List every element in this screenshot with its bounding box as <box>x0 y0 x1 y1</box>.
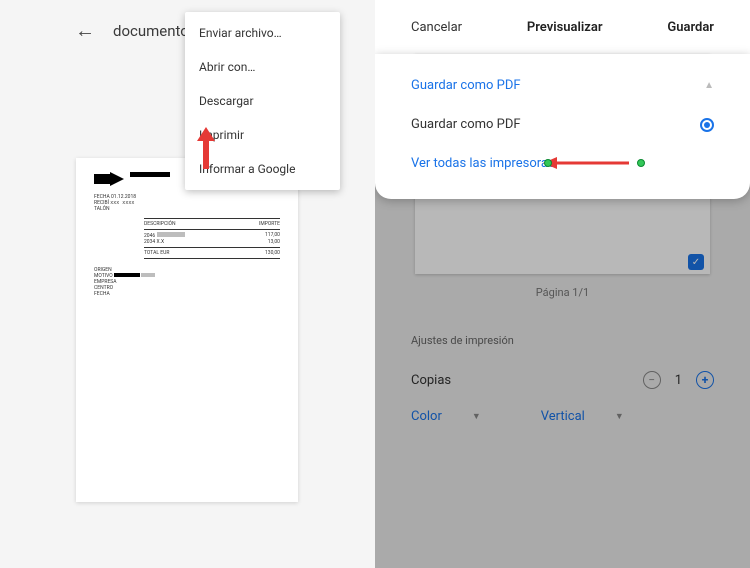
print-header: Cancelar Previsualizar Guardar <box>375 0 750 54</box>
doc-desc-header: DESCRIPCIÓN <box>144 221 176 227</box>
back-arrow-icon[interactable]: ← <box>75 18 95 43</box>
doc-fecha2-label: FECHA <box>94 291 280 297</box>
menu-open-with[interactable]: Abrir con… <box>185 50 340 84</box>
doc-total-value: 130,00 <box>265 250 280 256</box>
menu-send-file[interactable]: Enviar archivo… <box>185 16 340 50</box>
doc-row2-code: 2034 <box>144 239 155 245</box>
left-header: ← documento <box>75 18 189 43</box>
save-pdf-link-label: Guardar como PDF <box>411 78 521 93</box>
radio-selected-icon <box>700 118 714 132</box>
all-printers-label: Ver todas las impresoras <box>411 156 555 171</box>
doc-importe-header: IMPORTE <box>259 221 280 227</box>
cancel-button[interactable]: Cancelar <box>411 20 462 35</box>
menu-download[interactable]: Descargar <box>185 84 340 118</box>
printer-option-save-pdf[interactable]: Guardar como PDF <box>411 105 714 144</box>
save-button[interactable]: Guardar <box>667 20 714 35</box>
doc-row2-desc: X.X <box>157 239 165 245</box>
document-preview: FECHA 01.12.2018 RECIBÍ xxx xxxx TALÓN D… <box>76 158 298 502</box>
doc-total-label: TOTAL EUR <box>144 250 169 256</box>
left-pane: ← documento Enviar archivo… Abrir con… D… <box>0 0 375 568</box>
annotation-arrow-right-icon <box>543 155 643 175</box>
annotation-dot-end-icon <box>637 159 645 167</box>
save-pdf-label: Guardar como PDF <box>411 117 521 132</box>
doc-row1-val: 117,00 <box>265 232 280 239</box>
document-title: documento <box>113 22 189 40</box>
printer-select-sheet: Guardar como PDF ▲ Guardar como PDF Ver … <box>375 54 750 199</box>
chevron-up-icon: ▲ <box>704 80 714 91</box>
doc-row2-val: 13,00 <box>268 239 280 245</box>
printer-option-save-pdf-link[interactable]: Guardar como PDF ▲ <box>411 66 714 105</box>
annotation-dot-start-icon <box>544 159 552 167</box>
preview-title: Previsualizar <box>527 20 603 35</box>
right-pane: Cancelar Previsualizar Guardar TOTAL EUR… <box>375 0 750 568</box>
annotation-arrow-up-icon <box>197 127 215 169</box>
